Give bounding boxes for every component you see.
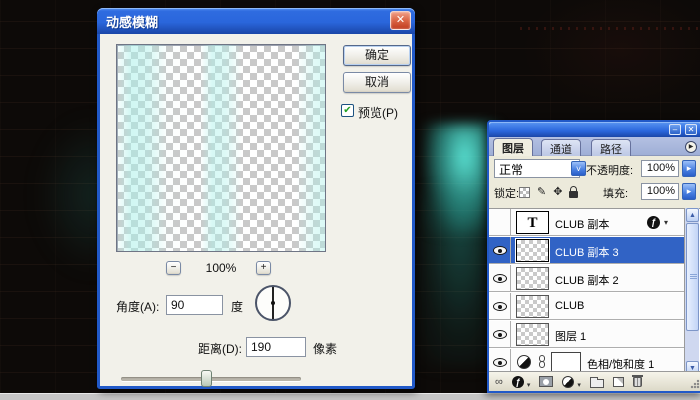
adjustment-dropdown-icon: ▾ bbox=[577, 382, 581, 389]
lock-buttons: ✎ ✥ bbox=[519, 185, 579, 199]
layer-row-club-copy-2[interactable]: CLUB 副本 2 bbox=[489, 265, 686, 292]
add-layer-mask-icon[interactable] bbox=[539, 376, 554, 387]
adjustment-layer-icon[interactable] bbox=[562, 375, 575, 388]
eye-icon bbox=[493, 274, 507, 283]
tab-paths[interactable]: 路径 bbox=[591, 139, 631, 156]
visibility-toggle[interactable] bbox=[489, 209, 511, 236]
layer-thumbnail bbox=[516, 267, 549, 290]
layer-name: CLUB bbox=[555, 300, 585, 312]
layer-name: 色相/饱和度 1 bbox=[587, 359, 655, 371]
distance-label: 距离(D): bbox=[198, 342, 242, 356]
panel-resize-grip[interactable] bbox=[690, 379, 700, 389]
background-speckles bbox=[520, 27, 700, 30]
layer-name: CLUB 副本 3 bbox=[555, 247, 619, 259]
mask-link-icon bbox=[539, 355, 546, 369]
close-icon[interactable]: ✕ bbox=[685, 124, 697, 135]
opacity-label: 不透明度: bbox=[586, 165, 634, 177]
visibility-toggle[interactable] bbox=[489, 293, 511, 320]
layer-style-icon[interactable]: ƒ bbox=[511, 375, 524, 388]
visibility-toggle[interactable] bbox=[489, 237, 511, 264]
eye-icon bbox=[493, 330, 507, 339]
angle-input[interactable] bbox=[166, 295, 223, 315]
layer-row-club-copy[interactable]: T CLUB 副本 ƒ ▾ bbox=[489, 209, 686, 236]
photoshop-workspace: 动感模糊 ✕ − 100% + 确定 取消 ✔ 预览(P) 角度(A): 度 距… bbox=[0, 0, 700, 400]
lock-position-move-icon[interactable]: ✥ bbox=[553, 186, 562, 198]
layer-name: CLUB 副本 bbox=[555, 219, 610, 231]
layer-name: 图层 1 bbox=[555, 331, 587, 343]
fill-value[interactable]: 100% bbox=[641, 183, 679, 200]
blur-preview-canvas[interactable] bbox=[116, 44, 326, 252]
zoom-level: 100% bbox=[205, 261, 237, 275]
distance-input[interactable] bbox=[246, 337, 306, 357]
layer-thumbnail bbox=[516, 239, 549, 262]
text-layer-thumbnail: T bbox=[516, 211, 549, 234]
blend-mode-select[interactable]: 正常 ˅ bbox=[494, 159, 586, 178]
delete-layer-icon[interactable] bbox=[631, 374, 643, 387]
layer-row-layer-1[interactable]: 图层 1 bbox=[489, 321, 686, 348]
layer-list: T CLUB 副本 ƒ ▾ CLUB 副本 3 CLUB 副本 2 CLUB 图… bbox=[489, 208, 700, 375]
eye-icon bbox=[493, 246, 507, 255]
adjustment-layer-icon bbox=[517, 355, 531, 369]
preview-checkbox-label: 预览(P) bbox=[358, 106, 398, 120]
layer-style-dropdown-icon: ▾ bbox=[526, 382, 531, 389]
cancel-button[interactable]: 取消 bbox=[343, 72, 411, 93]
check-icon: ✔ bbox=[343, 105, 352, 116]
angle-dial[interactable] bbox=[255, 285, 291, 321]
panel-menu-icon[interactable]: ▶ bbox=[685, 141, 697, 153]
visibility-toggle[interactable] bbox=[489, 265, 511, 292]
tab-layers[interactable]: 图层 bbox=[493, 138, 533, 156]
ok-button[interactable]: 确定 bbox=[343, 45, 411, 66]
layer-mask-thumbnail[interactable] bbox=[551, 352, 581, 373]
dialog-title: 动感模糊 bbox=[106, 15, 159, 30]
visibility-toggle[interactable] bbox=[489, 321, 511, 348]
layers-toolbar: ∞ ƒ ▾ ▾ bbox=[489, 371, 700, 391]
layer-thumbnail bbox=[516, 295, 549, 318]
zoom-out-button[interactable]: − bbox=[166, 261, 181, 275]
lock-all-icon[interactable] bbox=[569, 186, 579, 198]
layer-row-club[interactable]: CLUB bbox=[489, 293, 686, 320]
lock-pixels-brush-icon[interactable]: ✎ bbox=[537, 186, 546, 198]
minimize-icon[interactable]: – bbox=[669, 124, 681, 135]
layer-row-club-copy-3[interactable]: CLUB 副本 3 bbox=[489, 237, 686, 264]
motion-blur-dialog: 动感模糊 ✕ − 100% + 确定 取消 ✔ 预览(P) 角度(A): 度 距… bbox=[97, 8, 415, 389]
eye-icon bbox=[493, 302, 507, 311]
new-group-icon[interactable] bbox=[589, 376, 604, 388]
preview-checkbox[interactable]: ✔ bbox=[341, 104, 354, 117]
tab-channels[interactable]: 通道 bbox=[541, 139, 581, 156]
zoom-in-button[interactable]: + bbox=[256, 261, 271, 275]
link-layers-icon[interactable]: ∞ bbox=[495, 376, 503, 388]
distance-unit: 像素 bbox=[313, 342, 338, 356]
lock-label: 锁定: bbox=[494, 188, 520, 200]
layer-name: CLUB 副本 2 bbox=[555, 275, 619, 287]
new-layer-icon[interactable] bbox=[612, 376, 624, 387]
close-icon[interactable]: ✕ bbox=[390, 11, 411, 30]
opacity-value[interactable]: 100% bbox=[641, 160, 679, 177]
dialog-titlebar[interactable]: 动感模糊 ✕ bbox=[97, 8, 415, 34]
angle-label: 角度(A): bbox=[116, 300, 160, 314]
blend-mode-value: 正常 bbox=[499, 163, 524, 177]
fx-dropdown-icon[interactable]: ▾ bbox=[664, 218, 668, 227]
fill-label: 填充: bbox=[603, 188, 629, 200]
motion-blur-streaks bbox=[117, 45, 325, 251]
layers-scrollbar[interactable]: ▲ ▼ bbox=[684, 208, 699, 375]
panel-tabs: 图层 通道 路径 ▶ bbox=[489, 137, 700, 156]
layers-panel: – ✕ 图层 通道 路径 ▶ 正常 ˅ 不透明度: 100% ▸ 锁定: ✎ ✥… bbox=[487, 120, 700, 393]
scrollbar-thumb[interactable] bbox=[686, 223, 699, 331]
angle-unit: 度 bbox=[231, 300, 244, 314]
taskbar-edge bbox=[0, 393, 700, 400]
lock-transparency-icon[interactable] bbox=[519, 186, 530, 198]
opacity-flyout-icon[interactable]: ▸ bbox=[682, 160, 696, 177]
scroll-up-icon[interactable]: ▲ bbox=[686, 208, 699, 222]
distance-slider-thumb[interactable] bbox=[201, 370, 212, 387]
fill-flyout-icon[interactable]: ▸ bbox=[682, 183, 696, 200]
layer-thumbnail bbox=[516, 323, 549, 346]
chevron-down-icon[interactable]: ˅ bbox=[571, 161, 586, 176]
eye-icon bbox=[493, 358, 507, 367]
panel-titlebar[interactable]: – ✕ bbox=[489, 122, 700, 137]
layer-fx-icon[interactable]: ƒ bbox=[647, 216, 660, 229]
